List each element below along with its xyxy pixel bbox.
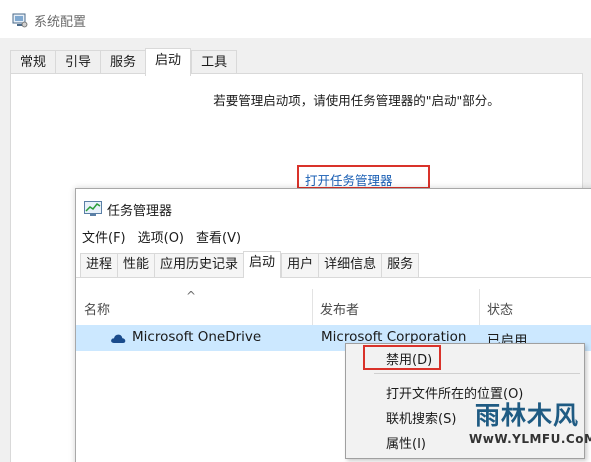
tab-boot[interactable]: 引导 <box>55 50 101 75</box>
open-task-manager-link[interactable]: 打开任务管理器 <box>305 170 393 189</box>
system-config-app-icon <box>12 13 28 28</box>
system-config-title: 系统配置 <box>34 15 87 30</box>
tab-performance[interactable]: 性能 <box>117 253 155 277</box>
startup-table-header: ^ 名称 发布者 状态 <box>76 289 591 325</box>
menu-view[interactable]: 查看(V) <box>196 227 241 246</box>
watermark: 雨林木风 WwW.YLMFU.CoM <box>455 392 591 462</box>
sort-up-icon: ^ <box>186 289 197 303</box>
menu-separator <box>374 373 580 374</box>
menu-item-disable[interactable]: 禁用(D) <box>386 349 432 368</box>
onedrive-cloud-icon <box>111 334 126 343</box>
watermark-url: WwW.YLMFU.CoM <box>469 432 591 446</box>
menu-item-search-online[interactable]: 联机搜索(S) <box>386 408 456 427</box>
tabs-divider <box>76 277 591 278</box>
tab-details[interactable]: 详细信息 <box>318 253 382 277</box>
task-manager-titlebar: 任务管理器 <box>76 189 591 219</box>
menu-options[interactable]: 选项(O) <box>138 227 184 246</box>
task-manager-menubar: 文件(F) 选项(O) 查看(V) <box>82 227 241 246</box>
tab-app-history[interactable]: 应用历史记录 <box>154 253 244 277</box>
column-name[interactable]: 名称 <box>84 299 110 318</box>
startup-info-text: 若要管理启动项，请使用任务管理器的"启动"部分。 <box>213 93 500 108</box>
task-manager-icon <box>84 201 102 216</box>
system-config-titlebar: 系统配置 <box>0 0 591 38</box>
menu-file[interactable]: 文件(F) <box>82 227 126 246</box>
column-status[interactable]: 状态 <box>487 299 513 318</box>
tab-tm-services[interactable]: 服务 <box>381 253 420 277</box>
column-divider[interactable] <box>312 289 313 325</box>
tab-general[interactable]: 常规 <box>10 50 56 75</box>
tab-tools[interactable]: 工具 <box>191 50 238 75</box>
watermark-logo-text: 雨林木风 <box>475 401 580 430</box>
column-divider[interactable] <box>479 289 480 325</box>
row-name: Microsoft OneDrive <box>132 329 262 345</box>
task-manager-tabs: 进程 性能 应用历史记录 启动 用户 详细信息 服务 <box>80 251 420 278</box>
task-manager-title: 任务管理器 <box>107 204 173 219</box>
open-task-manager-highlight: 打开任务管理器 <box>297 165 430 189</box>
column-publisher[interactable]: 发布者 <box>320 299 359 318</box>
tab-startup[interactable]: 启动 <box>145 48 192 76</box>
system-config-tabs: 常规 引导 服务 启动 工具 <box>10 48 238 76</box>
tab-processes[interactable]: 进程 <box>80 253 118 277</box>
tab-tm-startup[interactable]: 启动 <box>243 251 282 278</box>
tab-services[interactable]: 服务 <box>100 50 146 75</box>
menu-item-properties[interactable]: 属性(I) <box>386 433 426 452</box>
tab-users[interactable]: 用户 <box>281 253 319 277</box>
